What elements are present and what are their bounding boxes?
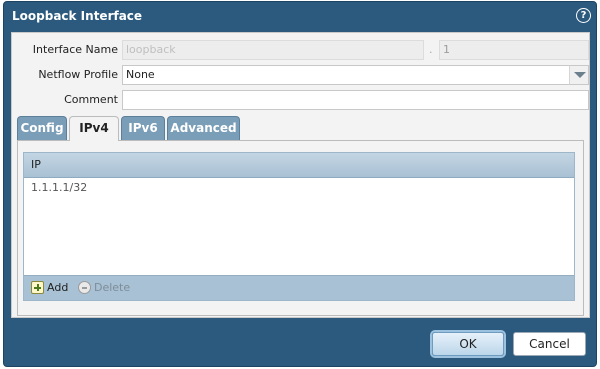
comment-input[interactable] xyxy=(122,90,589,110)
delete-icon xyxy=(78,281,91,294)
add-label: Add xyxy=(47,281,69,294)
interface-name-input: loopback xyxy=(122,40,424,60)
netflow-profile-select[interactable]: None xyxy=(122,65,570,85)
comment-label: Comment xyxy=(64,93,118,106)
dialog-title: Loopback Interface xyxy=(12,9,143,23)
dialog-content: Interface Name loopback . 1 Netflow Prof… xyxy=(11,32,590,318)
interface-suffix-input: 1 xyxy=(439,40,589,60)
delete-button[interactable]: Delete xyxy=(78,280,130,296)
tab-ipv6[interactable]: IPv6 xyxy=(121,116,165,140)
add-icon xyxy=(31,281,44,294)
tab-config[interactable]: Config xyxy=(17,116,67,140)
interface-name-label: Interface Name xyxy=(32,43,118,56)
tab-advanced[interactable]: Advanced xyxy=(167,116,240,140)
cancel-button[interactable]: Cancel xyxy=(513,332,586,356)
table-row[interactable]: 1.1.1.1/32 xyxy=(24,178,574,198)
chevron-down-icon[interactable] xyxy=(569,65,589,85)
ok-button[interactable]: OK xyxy=(432,332,504,356)
netflow-profile-label: Netflow Profile xyxy=(38,68,118,81)
table-toolbar: Add Delete xyxy=(24,275,574,300)
loopback-interface-dialog: Loopback Interface ? Interface Name loop… xyxy=(3,1,597,367)
delete-label: Delete xyxy=(94,281,131,294)
ip-address-table: IP 1.1.1.1/32 Add Delete xyxy=(23,152,575,301)
help-icon[interactable]: ? xyxy=(576,8,591,23)
ip-column-header[interactable]: IP xyxy=(24,153,574,178)
add-button[interactable]: Add xyxy=(31,280,71,296)
interface-name-separator: . xyxy=(429,43,433,56)
tab-ipv4[interactable]: IPv4 xyxy=(69,116,119,141)
